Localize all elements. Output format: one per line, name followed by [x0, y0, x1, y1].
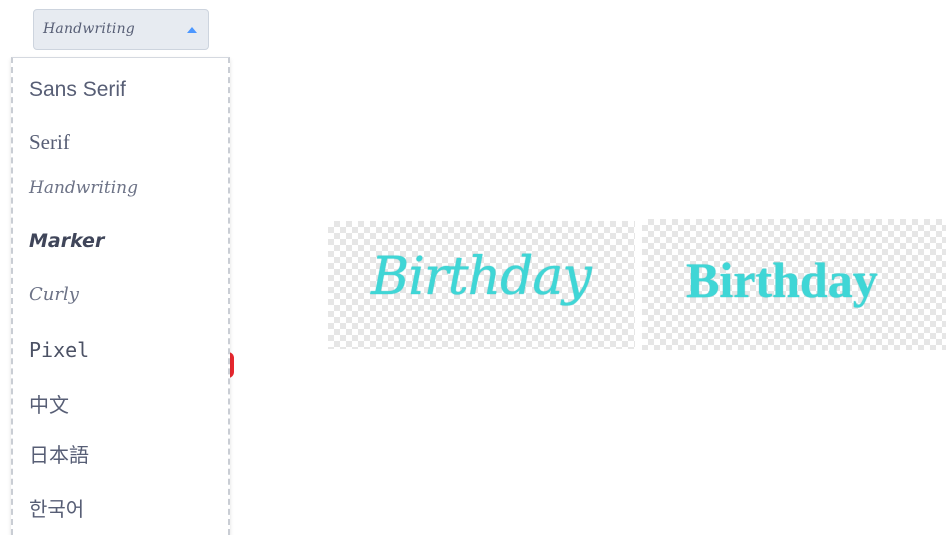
- font-option-pixel[interactable]: Pixel: [29, 338, 89, 362]
- font-option-japanese[interactable]: 日本語: [29, 439, 89, 468]
- font-select-dropdown[interactable]: Handwriting: [33, 9, 209, 50]
- caret-up-icon: [187, 27, 197, 33]
- preview-text: Birthday: [371, 247, 592, 307]
- font-option-sans-serif[interactable]: Sans Serif: [29, 78, 126, 102]
- font-option-marker[interactable]: Marker: [29, 230, 104, 252]
- text-preview-marker: Birthday: [642, 219, 946, 350]
- font-select-value: Handwriting: [43, 21, 135, 37]
- font-option-curly[interactable]: Curly: [29, 284, 79, 305]
- text-preview-curly: Birthday: [328, 221, 635, 349]
- font-menu: Sans Serif Serif Handwriting Marker Curl…: [11, 57, 230, 535]
- font-option-handwriting[interactable]: Handwriting: [29, 178, 138, 198]
- font-option-korean[interactable]: 한국어: [29, 493, 84, 522]
- font-option-chinese[interactable]: 中文: [29, 389, 69, 418]
- preview-text: Birthday: [686, 252, 878, 308]
- font-option-serif[interactable]: Serif: [29, 130, 70, 155]
